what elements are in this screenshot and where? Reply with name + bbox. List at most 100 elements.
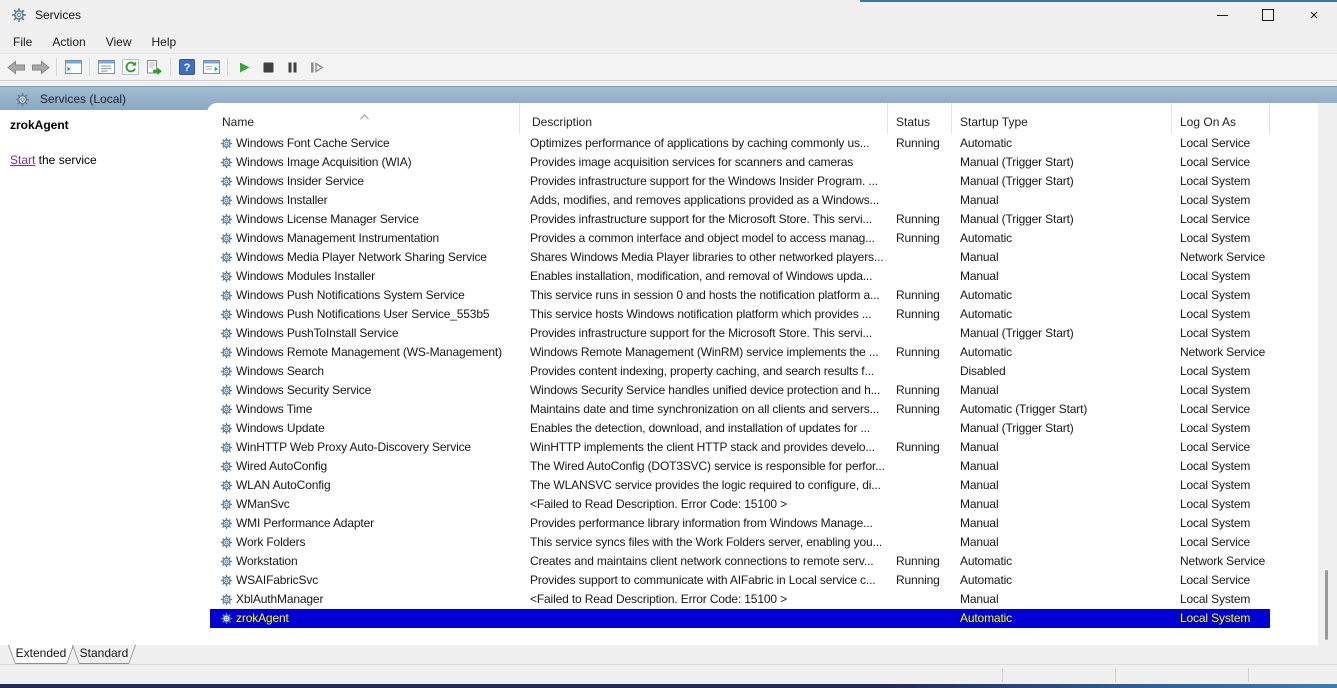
service-startup-type: Manual [952,533,1172,552]
service-gear-icon [220,365,233,378]
table-row[interactable]: WSAIFabricSvc Provides support to commun… [210,571,1270,590]
service-description: This service runs in session 0 and hosts… [520,286,888,305]
service-status [888,533,952,552]
table-row[interactable]: Windows Modules Installer Enables instal… [210,267,1270,286]
menu-view[interactable]: View [96,30,142,53]
service-description: Adds, modifies, and removes applications… [520,191,888,210]
table-row[interactable]: Windows License Manager Service Provides… [210,210,1270,229]
service-description: <Failed to Read Description. Error Code:… [520,495,888,514]
menu-help[interactable]: Help [142,30,187,53]
service-logon-as: Local System [1172,229,1270,248]
table-row[interactable]: Windows Insider Service Provides infrast… [210,172,1270,191]
scrollbar-thumb[interactable] [1325,570,1328,640]
service-name: Wired AutoConfig [236,457,327,476]
service-logon-as: Local System [1172,609,1270,628]
service-startup-type: Automatic [952,552,1172,571]
service-logon-as: Local System [1172,590,1270,609]
pause-service-icon[interactable] [281,56,303,78]
column-header-startup-type[interactable]: Startup Type [952,103,1172,134]
column-header-row: Name Description Status Startup Type Log… [207,103,1270,134]
service-logon-as: Local System [1172,267,1270,286]
tab-extended[interactable]: Extended [8,645,74,664]
table-row[interactable]: Windows Push Notifications System Servic… [210,286,1270,305]
service-description: Provides infrastructure support for the … [520,210,888,229]
table-row[interactable]: Windows Search Provides content indexing… [210,362,1270,381]
start-service-icon[interactable] [233,56,255,78]
show-action-pane-icon[interactable] [200,56,222,78]
table-row[interactable]: Windows Media Player Network Sharing Ser… [210,248,1270,267]
service-gear-icon [220,384,233,397]
show-console-tree-icon[interactable] [62,56,84,78]
table-row[interactable]: WLAN AutoConfig The WLANSVC service prov… [210,476,1270,495]
table-row[interactable]: Workstation Creates and maintains client… [210,552,1270,571]
service-description: Enables installation, modification, and … [520,267,888,286]
service-logon-as: Local System [1172,457,1270,476]
service-name: Windows License Manager Service [236,210,419,229]
table-row[interactable]: Windows Security Service Windows Securit… [210,381,1270,400]
service-status [888,457,952,476]
back-icon[interactable] [5,56,27,78]
table-row[interactable]: WManSvc <Failed to Read Description. Err… [210,495,1270,514]
service-status: Running [888,400,952,419]
menu-action[interactable]: Action [42,30,95,53]
toolbar-separator [227,58,228,76]
column-header-description[interactable]: Description [520,103,888,134]
status-bar [0,664,1337,684]
service-logon-as: Local System [1172,362,1270,381]
vertical-scrollbar[interactable] [1318,103,1337,645]
refresh-icon[interactable] [119,56,141,78]
column-header-name[interactable]: Name [207,103,520,134]
table-row[interactable]: Windows Time Maintains date and time syn… [210,400,1270,419]
table-row[interactable]: Work Folders This service syncs files wi… [210,533,1270,552]
table-row[interactable]: Windows Font Cache Service Optimizes per… [210,134,1270,153]
properties-icon[interactable] [95,56,117,78]
service-name: Windows Management Instrumentation [236,229,439,248]
service-name: Windows Update [236,419,325,438]
table-row[interactable]: zrokAgent Automatic Local System [210,609,1270,628]
service-status [888,514,952,533]
service-startup-type: Automatic [952,609,1172,628]
toolbar: ? [0,54,1337,81]
table-row[interactable]: Windows Update Enables the detection, do… [210,419,1270,438]
service-description: Provides infrastructure support for the … [520,172,888,191]
service-logon-as: Local System [1172,286,1270,305]
service-name: Windows Time [236,400,312,419]
table-row[interactable]: WMI Performance Adapter Provides perform… [210,514,1270,533]
table-row[interactable]: Wired AutoConfig The Wired AutoConfig (D… [210,457,1270,476]
table-row[interactable]: Windows Installer Adds, modifies, and re… [210,191,1270,210]
service-description: Provides performance library information… [520,514,888,533]
restart-service-icon[interactable] [305,56,327,78]
tab-standard[interactable]: Standard [72,645,136,664]
selected-service-title: zrokAgent [10,118,207,132]
service-gear-icon [220,498,233,511]
export-list-icon[interactable] [143,56,165,78]
status-bar-divider [1248,668,1249,682]
service-status [888,153,952,172]
table-row[interactable]: XblAuthManager <Failed to Read Descripti… [210,590,1270,609]
background-window-edge [860,0,1337,2]
maximize-button[interactable] [1245,0,1291,30]
forward-icon[interactable] [29,56,51,78]
service-description: This service syncs files with the Work F… [520,533,888,552]
service-gear-icon [220,137,233,150]
close-button[interactable]: × [1291,0,1337,30]
service-status: Running [888,134,952,153]
service-startup-type: Manual (Trigger Start) [952,153,1172,172]
column-header-logon-as[interactable]: Log On As [1172,103,1270,134]
service-name: Windows Search [236,362,324,381]
column-header-status[interactable]: Status [888,103,952,134]
table-row[interactable]: Windows Management Instrumentation Provi… [210,229,1270,248]
menu-file[interactable]: File [0,30,42,53]
table-row[interactable]: Windows PushToInstall Service Provides i… [210,324,1270,343]
table-row[interactable]: Windows Image Acquisition (WIA) Provides… [210,153,1270,172]
start-service-link[interactable]: Start [10,153,35,167]
service-status: Running [888,305,952,324]
table-row[interactable]: WinHTTP Web Proxy Auto-Discovery Service… [210,438,1270,457]
help-icon[interactable]: ? [176,56,198,78]
service-name: Windows Media Player Network Sharing Ser… [236,248,487,267]
minimize-button[interactable] [1199,0,1245,30]
table-row[interactable]: Windows Remote Management (WS-Management… [210,343,1270,362]
service-logon-as: Local Service [1172,571,1270,590]
table-row[interactable]: Windows Push Notifications User Service_… [210,305,1270,324]
stop-service-icon[interactable] [257,56,279,78]
